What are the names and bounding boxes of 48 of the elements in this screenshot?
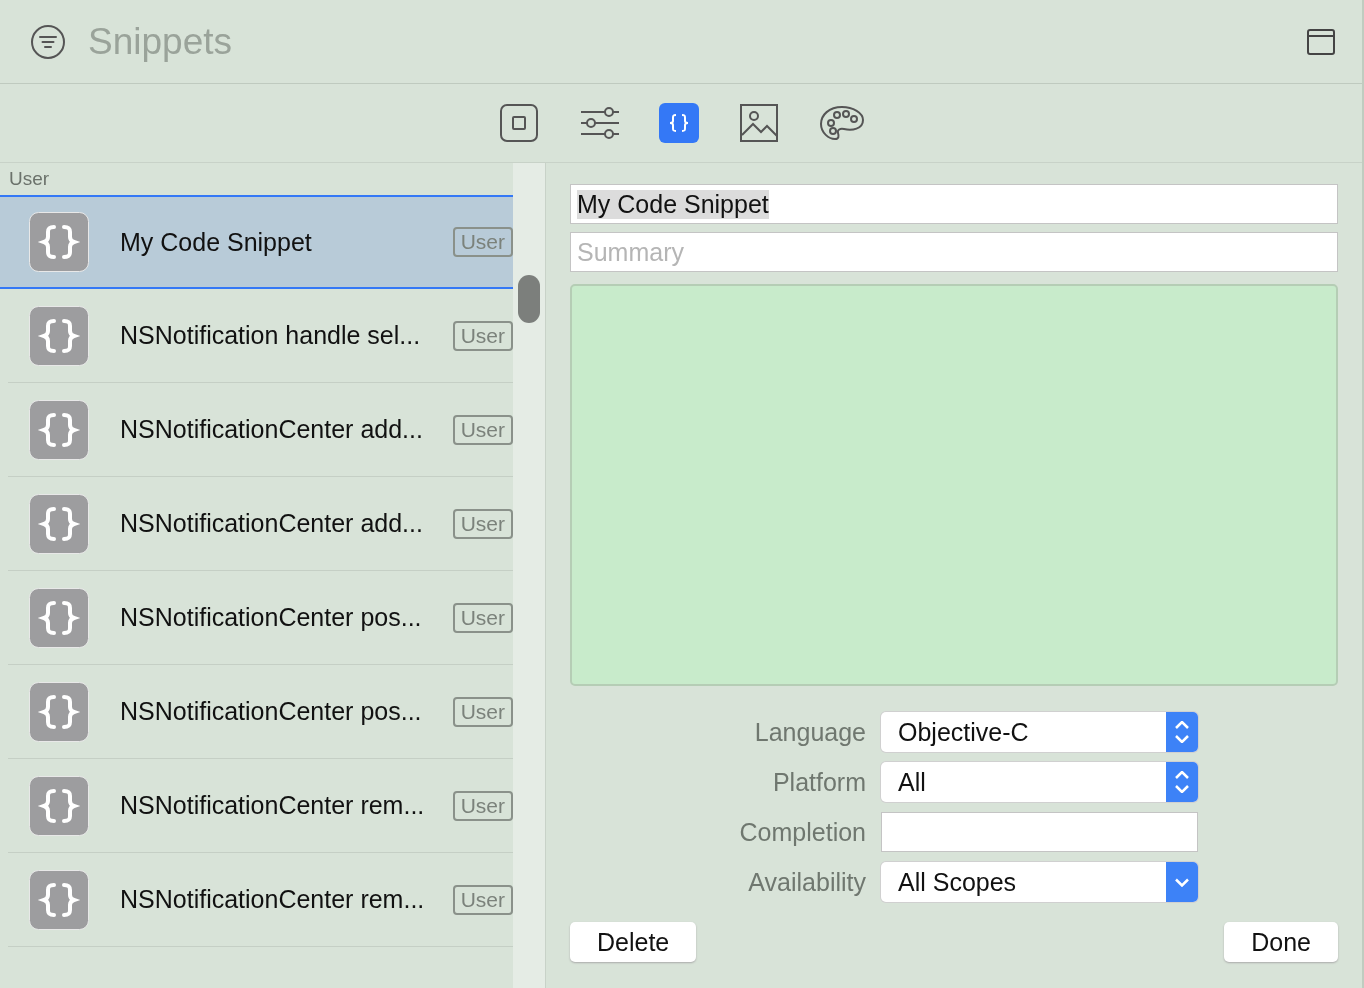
scrollbar-thumb[interactable] <box>518 275 540 323</box>
field-label: Language <box>753 717 866 747</box>
braces-icon <box>29 681 89 742</box>
braces-icon[interactable] <box>659 103 699 143</box>
snippet-row[interactable]: NSNotificationCenter add... User <box>8 383 513 477</box>
field-label: Completion <box>738 817 866 847</box>
snippet-name: NSNotificationCenter pos... <box>120 697 423 726</box>
filter-icon[interactable] <box>30 23 66 60</box>
snippet-row[interactable]: NSNotificationCenter pos... User <box>8 571 513 665</box>
snippet-row[interactable]: My Code Snippet User <box>0 195 513 289</box>
snippet-name: NSNotificationCenter pos... <box>120 603 423 632</box>
up-down-chevrons-icon <box>1175 771 1189 793</box>
snippet-name: NSNotificationCenter rem... <box>120 791 426 820</box>
snippet-row[interactable]: NSNotificationCenter add... User <box>8 477 513 571</box>
up-down-chevrons-icon <box>1175 721 1189 743</box>
window-title: Snippets <box>88 20 232 63</box>
snippet-name: NSNotificationCenter rem... <box>120 885 426 914</box>
snippet-row[interactable]: NSNotificationCenter pos... User <box>8 665 513 759</box>
completion-field[interactable] <box>881 812 1198 852</box>
section-header: User <box>8 167 51 191</box>
field-label: Platform <box>771 767 866 797</box>
braces-icon <box>29 587 89 648</box>
braces-icon <box>29 775 89 836</box>
summary-field[interactable]: Summary <box>570 232 1338 272</box>
field-label: Availability <box>747 867 866 897</box>
braces-icon <box>29 869 89 930</box>
window-icon[interactable] <box>1306 26 1336 57</box>
popup-menu[interactable]: Objective-C <box>881 712 1198 752</box>
square-icon[interactable] <box>499 103 539 143</box>
image-icon[interactable] <box>739 103 779 143</box>
delete-button[interactable]: Delete <box>570 922 697 962</box>
snippet-name: NSNotificationCenter add... <box>120 415 424 444</box>
snippet-name: NSNotification handle sel... <box>120 321 422 350</box>
palette-icon[interactable] <box>819 103 865 143</box>
snippet-row[interactable]: NSNotificationCenter rem... User <box>8 853 513 947</box>
popup-menu[interactable]: All <box>881 762 1198 802</box>
braces-icon <box>29 493 89 554</box>
snippet-row[interactable]: NSNotificationCenter rem... User <box>8 759 513 853</box>
snippet-name: My Code Snippet <box>120 227 313 257</box>
chevron-down-icon <box>1175 877 1189 887</box>
popup-menu[interactable]: All Scopes <box>881 862 1198 902</box>
done-button[interactable]: Done <box>1224 922 1338 962</box>
braces-icon <box>29 399 89 460</box>
snippet-name: NSNotificationCenter add... <box>120 509 424 538</box>
snippet-row[interactable]: NSNotification handle sel... User <box>8 289 513 383</box>
braces-icon <box>29 305 89 366</box>
title-field[interactable]: My Code Snippet <box>570 184 1338 224</box>
braces-icon <box>29 212 89 272</box>
